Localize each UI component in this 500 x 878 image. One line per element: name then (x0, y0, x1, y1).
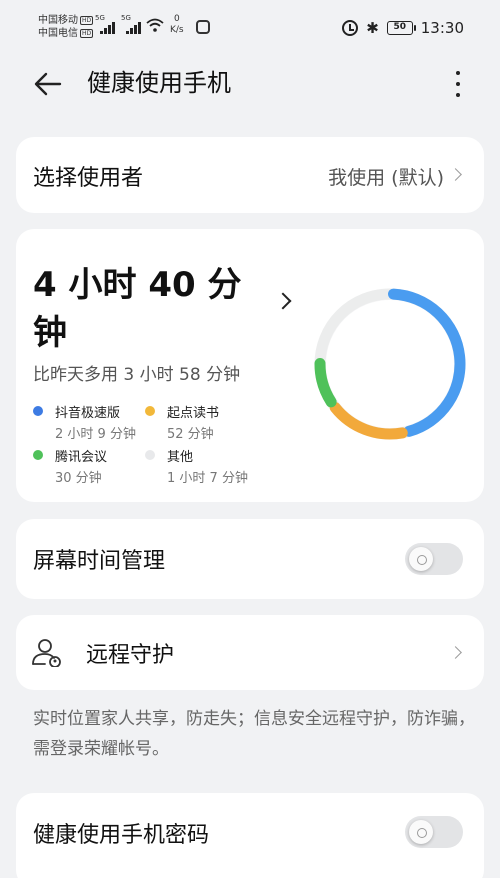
app-duration: 1 小时 7 分钟 (167, 471, 248, 486)
app-duration: 52 分钟 (167, 427, 214, 442)
app-name: 腾讯会议 (55, 450, 108, 465)
hd-badge: HD (80, 29, 94, 38)
legend-dot (33, 450, 43, 460)
alarm-icon (342, 20, 359, 36)
shield-icon (196, 20, 210, 34)
back-button[interactable] (30, 66, 66, 102)
user-selector-label: 选择使用者 (33, 166, 144, 191)
toggle-knob (409, 547, 433, 571)
app-name: 其他 (167, 450, 194, 465)
remote-guard-description: 实时位置家人共享，防走失；信息安全远程守护，防诈骗，需登录荣耀帐号。 (33, 709, 475, 759)
chevron-right-icon (449, 646, 462, 659)
signal-icon (126, 22, 144, 34)
usage-comparison: 比昨天多用 3 小时 58 分钟 (33, 365, 241, 385)
net-speed: 0 K/s (170, 14, 184, 36)
signal-icon (100, 22, 118, 34)
legend-dot (145, 406, 155, 416)
clock: 13:30 (420, 19, 464, 37)
phone-password-toggle[interactable] (405, 816, 463, 848)
remote-guard-label: 远程守护 (86, 643, 175, 668)
remote-guard-row[interactable]: 远程守护 (16, 615, 484, 690)
top-bar: 健康使用手机 (0, 56, 500, 112)
more-options-button[interactable] (448, 66, 468, 102)
user-selector-row[interactable]: 选择使用者 我使用 (默认) (16, 137, 484, 213)
app-duration: 2 小时 9 分钟 (55, 427, 136, 442)
carrier-2-label: 中国电信 (38, 28, 78, 39)
page-title: 健康使用手机 (87, 69, 231, 97)
battery-icon: 50 (386, 21, 416, 35)
bluetooth-icon: ✱ (366, 19, 379, 37)
arrow-left-icon (34, 72, 62, 96)
chevron-right-icon (449, 168, 462, 181)
more-vertical-icon (456, 71, 460, 75)
carrier-1-label: 中国移动 (38, 15, 78, 26)
usage-summary-card[interactable]: 4 小时 40 分钟 比昨天多用 3 小时 58 分钟 抖音极速版 2 小时 9… (16, 229, 484, 502)
net-speed-unit: K/s (170, 25, 184, 35)
legend-dot (33, 406, 43, 416)
screen-time-label: 屏幕时间管理 (33, 549, 166, 574)
app-name: 抖音极速版 (55, 406, 121, 421)
screen-time-toggle[interactable] (405, 543, 463, 575)
phone-password-label: 健康使用手机密码 (33, 823, 210, 848)
total-usage-time: 4 小时 40 分钟 (33, 265, 242, 353)
net-speed-value: 0 (173, 14, 180, 24)
screen-time-row[interactable]: 屏幕时间管理 (16, 519, 484, 599)
wifi-icon (146, 18, 164, 32)
network-type-1: 5G (95, 14, 105, 22)
toggle-knob (409, 820, 433, 844)
usage-donut-chart (314, 288, 466, 440)
carrier-info: 中国移动 HD 中国电信 HD (38, 14, 94, 40)
user-selector-value: 我使用 (默认) (328, 167, 444, 189)
people-icon (32, 639, 61, 667)
network-type-2: 5G (121, 14, 131, 22)
hd-badge: HD (80, 16, 94, 25)
status-right: ✱ 50 13:30 (342, 19, 464, 37)
app-name: 起点读书 (167, 406, 220, 421)
legend-dot (145, 450, 155, 460)
app-duration: 30 分钟 (55, 471, 102, 486)
phone-password-row[interactable]: 健康使用手机密码 (16, 793, 484, 878)
status-bar: 中国移动 HD 中国电信 HD 5G 5G 0 K/s ✱ 50 13:30 (0, 0, 500, 56)
